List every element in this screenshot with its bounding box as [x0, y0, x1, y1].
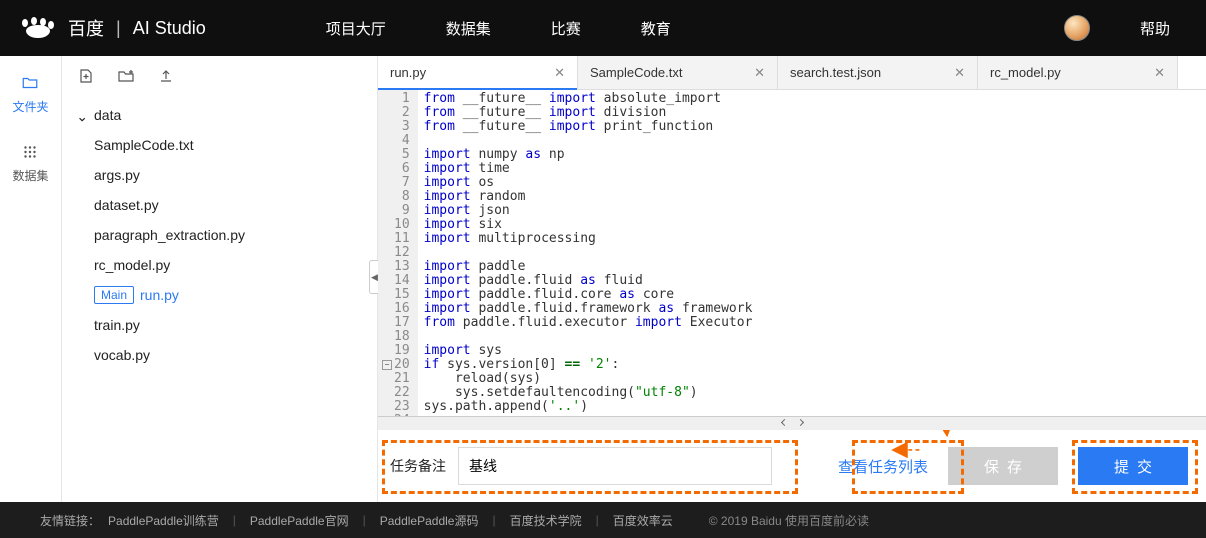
code-editor[interactable]: 12345678910111213141516171819−2021222324… [378, 90, 1206, 416]
tab-label: search.test.json [790, 65, 948, 80]
rail-dataset[interactable]: 数据集 [12, 143, 48, 184]
action-bar: 任务备注 查看任务列表 保存 提交 [378, 430, 1206, 502]
left-rail: 文件夹 数据集 [0, 56, 62, 502]
file-label: train.py [94, 317, 140, 333]
submit-button[interactable]: 提交 [1078, 447, 1188, 485]
baidu-paw-icon [16, 16, 60, 40]
footer-link[interactable]: PaddlePaddle官网 [250, 512, 349, 529]
new-folder-icon[interactable] [118, 68, 134, 84]
editor-tabs: run.py✕ SampleCode.txt✕ search.test.json… [378, 56, 1206, 90]
tab-rc-model[interactable]: rc_model.py✕ [978, 56, 1178, 89]
file-label: args.py [94, 167, 140, 183]
nav-contests[interactable]: 比赛 [551, 18, 581, 39]
footer: 友情链接： PaddlePaddle训练营| PaddlePaddle官网| P… [0, 502, 1206, 538]
file-label: paragraph_extraction.py [94, 227, 245, 243]
logo-separator: | [112, 18, 125, 39]
tree-file[interactable]: rc_model.py [62, 250, 377, 280]
tree-file[interactable]: SampleCode.txt [62, 130, 377, 160]
tab-label: rc_model.py [990, 65, 1148, 80]
rail-files[interactable]: 文件夹 [12, 74, 48, 115]
file-label: run.py [140, 287, 179, 303]
footer-lead: 友情链接： [40, 512, 100, 529]
close-icon[interactable]: ✕ [948, 65, 965, 81]
close-icon[interactable]: ✕ [1148, 65, 1165, 81]
tree-folder-data[interactable]: ⌃ data [62, 100, 377, 130]
tree-file[interactable]: dataset.py [62, 190, 377, 220]
rail-files-label: 文件夹 [12, 98, 48, 115]
tab-label: run.py [390, 65, 548, 80]
tree-file-active[interactable]: Main run.py [62, 280, 377, 310]
close-icon[interactable]: ✕ [548, 65, 565, 81]
chevron-down-icon: ⌃ [78, 107, 88, 124]
nav-lobby[interactable]: 项目大厅 [326, 18, 386, 39]
top-nav: 项目大厅 数据集 比赛 教育 [326, 18, 671, 39]
avatar[interactable] [1064, 15, 1090, 41]
tab-samplecode[interactable]: SampleCode.txt✕ [578, 56, 778, 89]
dataset-icon [21, 143, 39, 161]
footer-link[interactable]: PaddlePaddle源码 [380, 512, 479, 529]
tree-file[interactable]: args.py [62, 160, 377, 190]
help-link[interactable]: 帮助 [1140, 18, 1170, 39]
tab-search-json[interactable]: search.test.json✕ [778, 56, 978, 89]
tab-run-py[interactable]: run.py✕ [378, 56, 578, 89]
file-label: rc_model.py [94, 257, 170, 273]
footer-link[interactable]: 百度效率云 [613, 512, 673, 529]
close-icon[interactable]: ✕ [748, 65, 765, 81]
file-panel: ⌃ data SampleCode.txt args.py dataset.py… [62, 56, 378, 502]
nav-datasets[interactable]: 数据集 [446, 18, 491, 39]
code-body[interactable]: from __future__ import absolute_importfr… [418, 90, 1206, 416]
save-button[interactable]: 保存 [948, 447, 1058, 485]
logo-baidu-text: 百度 [68, 15, 104, 41]
nav-edu[interactable]: 教育 [641, 18, 671, 39]
footer-link[interactable]: PaddlePaddle训练营 [108, 512, 219, 529]
editor-panel: ◀ run.py✕ SampleCode.txt✕ search.test.js… [378, 56, 1206, 502]
tree-file[interactable]: vocab.py [62, 340, 377, 370]
line-gutter: 12345678910111213141516171819−2021222324 [378, 90, 418, 416]
file-label: dataset.py [94, 197, 159, 213]
horizontal-scrollbar[interactable] [378, 416, 1206, 430]
task-note-input[interactable] [458, 447, 772, 485]
top-header: 百度 | AI Studio 项目大厅 数据集 比赛 教育 帮助 [0, 0, 1206, 56]
footer-copyright: © 2019 Baidu 使用百度前必读 [709, 512, 869, 529]
tree-file[interactable]: paragraph_extraction.py [62, 220, 377, 250]
file-label: vocab.py [94, 347, 150, 363]
folder-label: data [94, 107, 121, 123]
rail-dataset-label: 数据集 [12, 167, 48, 184]
file-label: SampleCode.txt [94, 137, 194, 153]
logo[interactable]: 百度 | AI Studio [16, 15, 206, 41]
footer-link[interactable]: 百度技术学院 [510, 512, 582, 529]
logo-studio-text: AI Studio [133, 18, 206, 39]
task-note-label: 任务备注 [390, 456, 446, 476]
tab-label: SampleCode.txt [590, 65, 748, 80]
view-task-list-link[interactable]: 查看任务列表 [838, 456, 928, 477]
tree-file[interactable]: train.py [62, 310, 377, 340]
upload-icon[interactable] [158, 68, 174, 84]
new-file-icon[interactable] [78, 68, 94, 84]
file-tree: ⌃ data SampleCode.txt args.py dataset.py… [62, 96, 377, 374]
folder-icon [21, 74, 39, 92]
main-badge: Main [94, 286, 134, 304]
file-toolbar [62, 56, 377, 96]
